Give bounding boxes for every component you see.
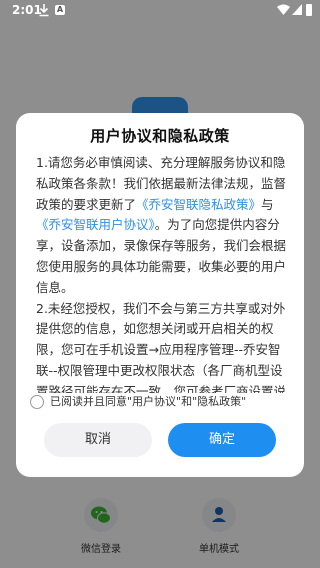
signal-icon [292, 4, 302, 15]
conjunction-text: 与 [261, 196, 274, 212]
policy-paragraph-2: 2.未经您授权，我们不会与第三方共享或对外提供您的信息，如您想关闭或开启相关的权… [36, 300, 286, 393]
cancel-button[interactable]: 取消 [44, 423, 152, 457]
consent-row[interactable]: 已阅读并且同意"用户协议"和"隐私政策" [30, 393, 290, 411]
privacy-dialog: 用户协议和隐私政策 1.请您务必审慎阅读、充分理解服务协议和隐私政策各条款！我们… [16, 113, 304, 477]
consent-label: 已阅读并且同意"用户协议"和"隐私政策" [50, 395, 247, 408]
consent-radio[interactable] [30, 395, 44, 409]
status-bar: 2:01 A [0, 0, 320, 20]
dialog-title: 用户协议和隐私政策 [90, 127, 230, 145]
download-icon [39, 4, 49, 17]
user-agreement-link[interactable]: 《乔安智联用户协议》 [36, 217, 155, 232]
notification-a-icon: A [55, 5, 65, 15]
battery-icon [306, 4, 312, 16]
dialog-body[interactable]: 1.请您务必审慎阅读、充分理解服务协议和隐私政策各条款！我们依据最新法律法规，监… [36, 153, 286, 393]
policy-paragraph-1: 1.请您务必审慎阅读、充分理解服务协议和隐私政策各条款！我们依据最新法律法规，监… [36, 153, 286, 299]
confirm-button[interactable]: 确定 [168, 423, 276, 457]
privacy-policy-link[interactable]: 《乔安智联隐私政策》 [136, 197, 261, 212]
wifi-icon [277, 4, 290, 15]
